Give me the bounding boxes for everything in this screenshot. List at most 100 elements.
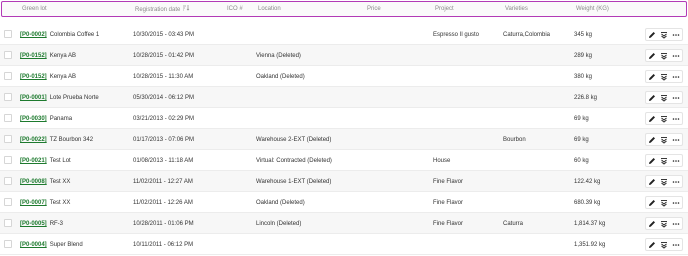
green-lot-code-link[interactable]: [P0-0005] <box>20 221 47 227</box>
table-row[interactable]: [P0-0005] RF-3 10/28/2011 - 01:06 PM Lincol… <box>0 213 688 234</box>
table-row[interactable]: [P0-0002] Colombia Coffee 1 10/30/2015 - 0… <box>0 24 688 45</box>
ellipsis-icon[interactable] <box>671 156 681 166</box>
column-header-price[interactable]: Price <box>367 5 381 13</box>
location-cell: Warehouse 1-EXT (Deleted) <box>256 179 332 185</box>
pencil-icon[interactable] <box>647 51 657 61</box>
row-checkbox[interactable] <box>4 198 12 206</box>
ellipsis-icon[interactable] <box>671 135 681 145</box>
pencil-icon[interactable] <box>647 135 657 145</box>
ellipsis-icon[interactable] <box>671 93 681 103</box>
double-chevron-down-icon[interactable] <box>659 114 669 124</box>
green-lot-code-link[interactable]: [P0-0008] <box>20 179 47 185</box>
column-header-registration-date[interactable]: Registration date <box>135 5 190 14</box>
varieties-cell: Caturra <box>503 221 524 227</box>
row-checkbox[interactable] <box>4 177 12 185</box>
row-checkbox[interactable] <box>4 72 12 80</box>
green-lot-cell: [P0-0004] Super Blend <box>20 241 83 249</box>
pencil-icon[interactable] <box>647 114 657 124</box>
table-row[interactable]: [P0-0022] TZ Bourbon 342 01/17/2013 - 07:0… <box>0 129 688 150</box>
pencil-icon[interactable] <box>647 30 657 40</box>
green-lot-name: Colombia Coffee 1 <box>49 32 100 38</box>
ellipsis-icon[interactable] <box>671 177 681 187</box>
ellipsis-icon[interactable] <box>671 72 681 82</box>
row-checkbox[interactable] <box>4 93 12 101</box>
double-chevron-down-icon[interactable] <box>659 240 669 250</box>
green-lot-cell: [P0-0152] Kenya AB <box>20 52 76 60</box>
double-chevron-down-icon[interactable] <box>659 198 669 208</box>
pencil-icon[interactable] <box>647 177 657 187</box>
weight-cell: 1,814.37 kg <box>574 221 606 227</box>
double-chevron-down-icon[interactable] <box>659 51 669 61</box>
registration-date-cell: 01/17/2013 - 07:06 PM <box>133 137 195 143</box>
column-header-ico[interactable]: ICO # <box>227 5 243 13</box>
green-lot-code-link[interactable]: [P0-0007] <box>20 200 47 206</box>
green-lot-code-link[interactable]: [P0-0001] <box>20 95 47 101</box>
green-lot-name: RF-3 <box>49 221 64 227</box>
double-chevron-down-icon[interactable] <box>659 177 669 187</box>
green-lot-code-link[interactable]: [P0-0152] <box>20 74 47 80</box>
sort-icon[interactable] <box>183 5 190 14</box>
row-checkbox[interactable] <box>4 156 12 164</box>
ellipsis-icon[interactable] <box>671 51 681 61</box>
row-actions <box>645 238 683 251</box>
double-chevron-down-icon[interactable] <box>659 135 669 145</box>
weight-cell: 289 kg <box>574 53 593 59</box>
row-checkbox[interactable] <box>4 30 12 38</box>
table-row[interactable]: [P0-0021] Test Lot 01/08/2013 - 11:18 AM Vi… <box>0 150 688 171</box>
table-row[interactable]: [P0-0008] Test XX 11/02/2011 - 12:27 AM War… <box>0 171 688 192</box>
table-row[interactable]: [P0-0152] Kenya AB 10/28/2015 - 01:42 PM Vi… <box>0 45 688 66</box>
pencil-icon[interactable] <box>647 219 657 229</box>
table-row[interactable]: [P0-0030] Panama 03/21/2013 - 02:29 PM 69 k… <box>0 108 688 129</box>
row-checkbox[interactable] <box>4 219 12 227</box>
column-header-project[interactable]: Project <box>435 5 454 13</box>
pencil-icon[interactable] <box>647 156 657 166</box>
column-header-varieties[interactable]: Varieties <box>505 5 528 13</box>
green-lot-code-link[interactable]: [P0-0021] <box>20 158 47 164</box>
table-row[interactable]: [P0-0001] Lote Prueba Norte 05/30/2014 - 0… <box>0 87 688 108</box>
double-chevron-down-icon[interactable] <box>659 156 669 166</box>
pencil-icon[interactable] <box>647 93 657 103</box>
project-cell: Fine Flavor <box>433 221 464 227</box>
double-chevron-down-icon[interactable] <box>659 72 669 82</box>
ellipsis-icon[interactable] <box>671 219 681 229</box>
green-lot-name: Super Blend <box>49 242 83 248</box>
row-checkbox[interactable] <box>4 135 12 143</box>
pencil-icon[interactable] <box>647 240 657 250</box>
green-lot-name: Kenya AB <box>49 74 77 80</box>
varieties-cell: Caturra,Colombia <box>503 32 551 38</box>
pencil-icon[interactable] <box>647 72 657 82</box>
double-chevron-down-icon[interactable] <box>659 219 669 229</box>
registration-date-cell: 10/28/2015 - 01:42 PM <box>133 53 195 59</box>
row-actions <box>645 154 683 167</box>
location-cell: Virtual: Contracted (Deleted) <box>256 158 332 164</box>
row-checkbox[interactable] <box>4 240 12 248</box>
varieties-cell: Bourbon <box>503 137 526 143</box>
green-lot-name: Lote Prueba Norte <box>49 95 99 101</box>
green-lot-code-link[interactable]: [P0-0004] <box>20 242 47 248</box>
green-lot-code-link[interactable]: [P0-0030] <box>20 116 47 122</box>
row-actions <box>645 91 683 104</box>
table-row[interactable]: [P0-0004] Super Blend 10/11/2011 - 06:12 P… <box>0 234 688 255</box>
table-row[interactable]: [P0-0152] Kenya AB 10/28/2015 - 11:30 AM Oa… <box>0 66 688 87</box>
column-header-weight[interactable]: Weight (KG) <box>576 5 609 13</box>
row-checkbox[interactable] <box>4 114 12 122</box>
column-header-location[interactable]: Location <box>258 5 281 13</box>
double-chevron-down-icon[interactable] <box>659 93 669 103</box>
table-row[interactable]: [P0-0007] Test XX 11/02/2011 - 12:26 AM Oak… <box>0 192 688 213</box>
ellipsis-icon[interactable] <box>671 30 681 40</box>
green-lot-name: Panama <box>49 116 73 122</box>
row-checkbox[interactable] <box>4 51 12 59</box>
pencil-icon[interactable] <box>647 198 657 208</box>
green-lots-table: Green lot Registration date ICO # Locati… <box>0 1 688 255</box>
green-lot-code-link[interactable]: [P0-0022] <box>20 137 47 143</box>
row-actions <box>645 217 683 230</box>
green-lot-code-link[interactable]: [P0-0002] <box>20 32 47 38</box>
ellipsis-icon[interactable] <box>671 240 681 250</box>
column-header-green-lot[interactable]: Green lot <box>22 5 47 13</box>
location-cell: Oakland (Deleted) <box>256 200 305 206</box>
weight-cell: 60 kg <box>574 158 589 164</box>
green-lot-code-link[interactable]: [P0-0152] <box>20 53 47 59</box>
ellipsis-icon[interactable] <box>671 114 681 124</box>
ellipsis-icon[interactable] <box>671 198 681 208</box>
double-chevron-down-icon[interactable] <box>659 30 669 40</box>
